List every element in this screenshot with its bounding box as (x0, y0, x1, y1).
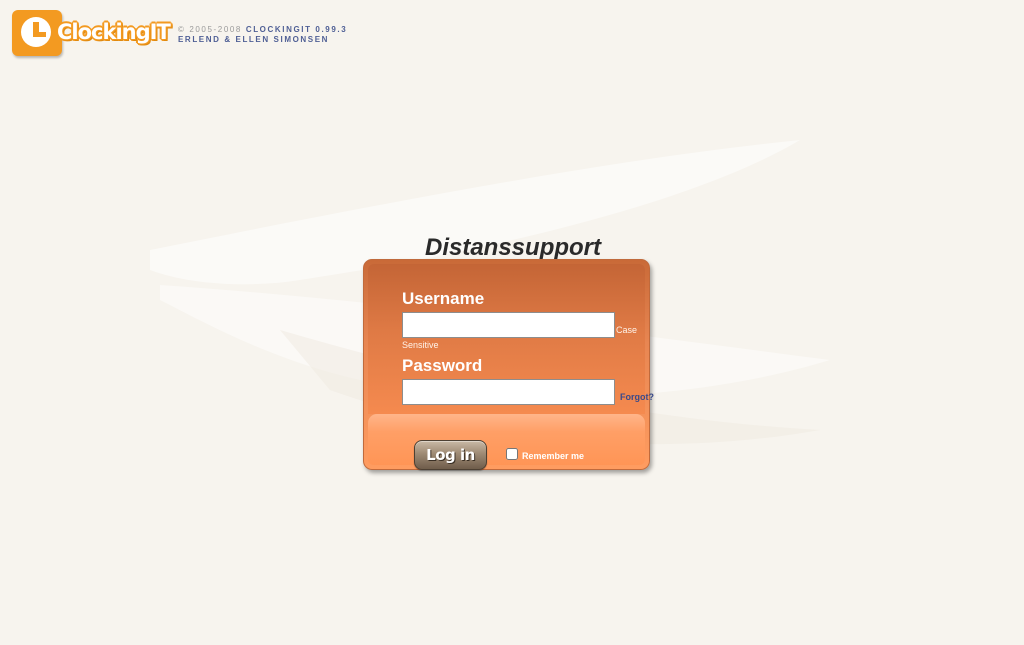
case-sensitive-hint: Case (616, 325, 638, 335)
remember-me-label: Remember me (522, 451, 585, 461)
clock-icon (12, 10, 62, 56)
credits: © 2005-2008 CLOCKINGIT 0.99.3 ERLEND & E… (178, 25, 347, 45)
login-title: Distanssupport (424, 234, 601, 261)
login-page: ClockingIT © 2005-2008 CLOCKINGIT 0.99.3… (0, 0, 1024, 645)
copyright-text: © 2005-2008 (178, 25, 242, 34)
case-sensitive-hint-continued: Sensitive (402, 340, 439, 350)
clockingit-logo[interactable]: ClockingIT (12, 10, 172, 58)
login-form: Username Case Sensitive Password Forgot?… (363, 259, 654, 470)
forgot-password-link[interactable]: Forgot? (620, 392, 654, 402)
password-label: Password (402, 356, 483, 375)
logo-wordmark: ClockingIT (57, 20, 171, 44)
username-input[interactable] (402, 312, 615, 338)
username-label: Username (402, 289, 485, 308)
login-button[interactable]: Log in (414, 440, 487, 470)
version-text: CLOCKINGIT 0.99.3 (245, 25, 348, 34)
authors-text: ERLEND & ELLEN SIMONSEN (178, 35, 330, 44)
password-input[interactable] (402, 379, 615, 405)
remember-me[interactable]: Remember me (506, 447, 584, 461)
remember-me-checkbox[interactable] (506, 448, 518, 460)
